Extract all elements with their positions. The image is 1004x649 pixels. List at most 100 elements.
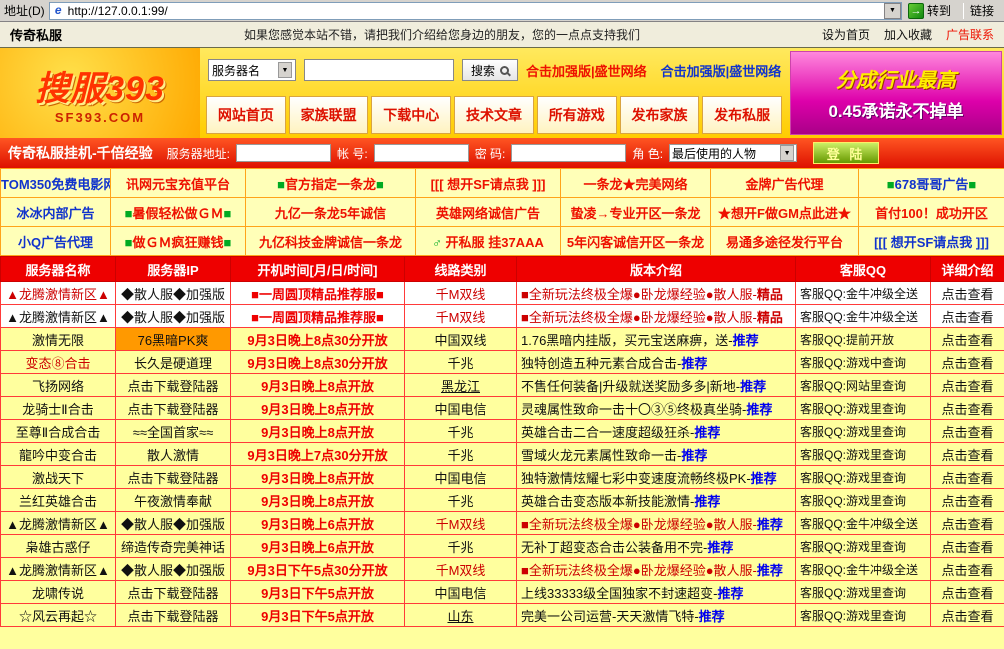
- login-bar: 传奇私服挂机-千倍经验 服务器地址: 帐 号: 密 码: 角 色: 最后使用的人…: [0, 138, 1004, 168]
- server-ip-cell[interactable]: 点击下载登陆器: [116, 374, 231, 397]
- ad-link[interactable]: 易通多途径发行平台: [711, 227, 859, 256]
- ad-link[interactable]: ■暑假轻松做ＧＭ■: [111, 198, 246, 227]
- ad-link[interactable]: ■官方指定一条龙■: [246, 169, 416, 198]
- server-name-cell[interactable]: 激战天下: [1, 466, 116, 489]
- site-logo[interactable]: 搜服393 SF393.COM: [0, 48, 200, 138]
- ad-link[interactable]: 讯网元宝充值平台: [111, 169, 246, 198]
- line-type-cell[interactable]: 山东: [405, 604, 517, 627]
- server-ip-cell[interactable]: 76黑暗PK爽: [116, 328, 231, 351]
- server-ip-cell[interactable]: 长久是硬道理: [116, 351, 231, 374]
- server-ip-cell[interactable]: 午夜激情奉献: [116, 489, 231, 512]
- detail-link[interactable]: 点击查看: [931, 558, 1004, 581]
- nav-tab-0[interactable]: 网站首页: [206, 96, 286, 134]
- nav-tab-4[interactable]: 所有游戏: [537, 96, 617, 134]
- server-ip-cell[interactable]: ◆散人服◆加强版: [116, 305, 231, 328]
- server-name-cell[interactable]: ▲龙腾激情新区▲: [1, 512, 116, 535]
- ad-link[interactable]: 冰冰内部广告: [1, 198, 111, 227]
- detail-link[interactable]: 点击查看: [931, 328, 1004, 351]
- ad-link[interactable]: 英雄网络诚信广告: [416, 198, 561, 227]
- search-button[interactable]: 搜索: [462, 59, 518, 81]
- top-link-1[interactable]: 加入收藏: [884, 26, 932, 43]
- top-link-2[interactable]: 广告联系: [946, 26, 994, 43]
- server-ip-cell[interactable]: 缔造传奇完美神话: [116, 535, 231, 558]
- detail-link[interactable]: 点击查看: [931, 397, 1004, 420]
- ad-link[interactable]: ♂ 开私服 挂37AAA: [416, 227, 561, 256]
- server-name-cell[interactable]: ▲龙腾激情新区▲: [1, 282, 116, 305]
- server-ip-cell[interactable]: 点击下载登陆器: [116, 466, 231, 489]
- detail-link[interactable]: 点击查看: [931, 512, 1004, 535]
- detail-link[interactable]: 点击查看: [931, 535, 1004, 558]
- ad-link[interactable]: TOM350免费电影网: [1, 169, 111, 198]
- server-ip-cell[interactable]: 点击下载登陆器: [116, 604, 231, 627]
- ad-link[interactable]: ■678哥哥广告■: [859, 169, 1004, 198]
- ad-link[interactable]: 小Q广告代理: [1, 227, 111, 256]
- server-name-cell[interactable]: ☆风云再起☆: [1, 604, 116, 627]
- nav-tab-5[interactable]: 发布家族: [620, 96, 700, 134]
- server-ip-cell[interactable]: 散人激情: [116, 443, 231, 466]
- server-name-cell[interactable]: 飞扬网络: [1, 374, 116, 397]
- ad-link[interactable]: ★想开F做GM点此进★: [711, 198, 859, 227]
- server-address-input[interactable]: [236, 144, 331, 162]
- detail-link[interactable]: 点击查看: [931, 466, 1004, 489]
- detail-link[interactable]: 点击查看: [931, 489, 1004, 512]
- nav-tab-6[interactable]: 发布私服: [702, 96, 782, 134]
- detail-link[interactable]: 点击查看: [931, 351, 1004, 374]
- nav-tab-1[interactable]: 家族联盟: [289, 96, 369, 134]
- server-name-cell[interactable]: 兰红英雄合击: [1, 489, 116, 512]
- promo-link-0[interactable]: 合击加强版|盛世网络: [526, 61, 647, 80]
- logo-domain: SF393.COM: [55, 110, 145, 125]
- detail-link[interactable]: 点击查看: [931, 443, 1004, 466]
- server-ip-cell[interactable]: ◆散人服◆加强版: [116, 282, 231, 305]
- detail-link[interactable]: 点击查看: [931, 604, 1004, 627]
- ad-link[interactable]: ■做ＧＭ疯狂赚钱■: [111, 227, 246, 256]
- server-name-cell[interactable]: 龙啸传说: [1, 581, 116, 604]
- detail-link[interactable]: 点击查看: [931, 420, 1004, 443]
- go-button[interactable]: → 转到: [906, 1, 957, 20]
- server-name-cell[interactable]: ▲龙腾激情新区▲: [1, 305, 116, 328]
- password-input[interactable]: [511, 144, 626, 162]
- top-link-0[interactable]: 设为首页: [822, 26, 870, 43]
- role-select[interactable]: 最后使用的人物 ▼: [669, 144, 797, 162]
- server-ip-cell[interactable]: 点击下载登陆器: [116, 397, 231, 420]
- server-name-cell[interactable]: 龙骑士Ⅱ合击: [1, 397, 116, 420]
- ad-link[interactable]: 蛰凌→专业开区一条龙: [561, 198, 711, 227]
- login-button[interactable]: 登 陆: [813, 142, 879, 164]
- address-input[interactable]: e http://127.0.0.1:99/ ▼: [49, 2, 902, 20]
- ad-link[interactable]: [[[ 想开SF请点我 ]]]: [416, 169, 561, 198]
- address-dropdown-arrow[interactable]: ▼: [884, 3, 901, 19]
- server-name-cell[interactable]: 龍吟中变合击: [1, 443, 116, 466]
- server-ip-cell[interactable]: 点击下载登陆器: [116, 581, 231, 604]
- search-input[interactable]: [304, 59, 454, 81]
- server-ip-cell[interactable]: ◆散人服◆加强版: [116, 558, 231, 581]
- detail-link[interactable]: 点击查看: [931, 374, 1004, 397]
- ad-link[interactable]: 5年闪客诚信开区一条龙: [561, 227, 711, 256]
- ad-link[interactable]: 九亿科技金牌诚信一条龙: [246, 227, 416, 256]
- account-input[interactable]: [374, 144, 469, 162]
- server-ip-cell[interactable]: ◆散人服◆加强版: [116, 512, 231, 535]
- line-type-cell: 千兆: [405, 489, 517, 512]
- ad-link[interactable]: [[[ 想开SF请点我 ]]]: [859, 227, 1004, 256]
- nav-tab-3[interactable]: 技术文章: [454, 96, 534, 134]
- line-type-cell[interactable]: 黑龙江: [405, 374, 517, 397]
- server-ip-cell[interactable]: ≈≈全国首家≈≈: [116, 420, 231, 443]
- open-time-cell: 9月3日晚上8点开放: [231, 374, 405, 397]
- ad-link[interactable]: 首付100！成功开区: [859, 198, 1004, 227]
- detail-link[interactable]: 点击查看: [931, 282, 1004, 305]
- ad-link[interactable]: 一条龙★完美网络: [561, 169, 711, 198]
- nav-tab-2[interactable]: 下载中心: [371, 96, 451, 134]
- server-name-cell[interactable]: 至尊Ⅱ合成合击: [1, 420, 116, 443]
- version-cell: 雪域火龙元素属性致命一击-推荐: [517, 443, 796, 466]
- search-type-select[interactable]: 服务器名 ▼: [208, 59, 296, 81]
- ad-link[interactable]: 金牌广告代理: [711, 169, 859, 198]
- server-name-cell[interactable]: 激情无限: [1, 328, 116, 351]
- server-name-cell[interactable]: 枭雄古惑仔: [1, 535, 116, 558]
- server-name-cell[interactable]: ▲龙腾激情新区▲: [1, 558, 116, 581]
- detail-link[interactable]: 点击查看: [931, 305, 1004, 328]
- promo-link-1[interactable]: 合击加强版|盛世网络: [661, 61, 782, 80]
- promo-links: 合击加强版|盛世网络合击加强版|盛世网络讯网支付通: [526, 61, 788, 80]
- links-toolbar[interactable]: 链接: [970, 2, 1000, 19]
- promo-banner[interactable]: 分成行业最高 0.45承诺永不掉单: [790, 51, 1002, 135]
- ad-link[interactable]: 九亿一条龙5年诚信: [246, 198, 416, 227]
- detail-link[interactable]: 点击查看: [931, 581, 1004, 604]
- server-name-cell[interactable]: 变态⑧合击: [1, 351, 116, 374]
